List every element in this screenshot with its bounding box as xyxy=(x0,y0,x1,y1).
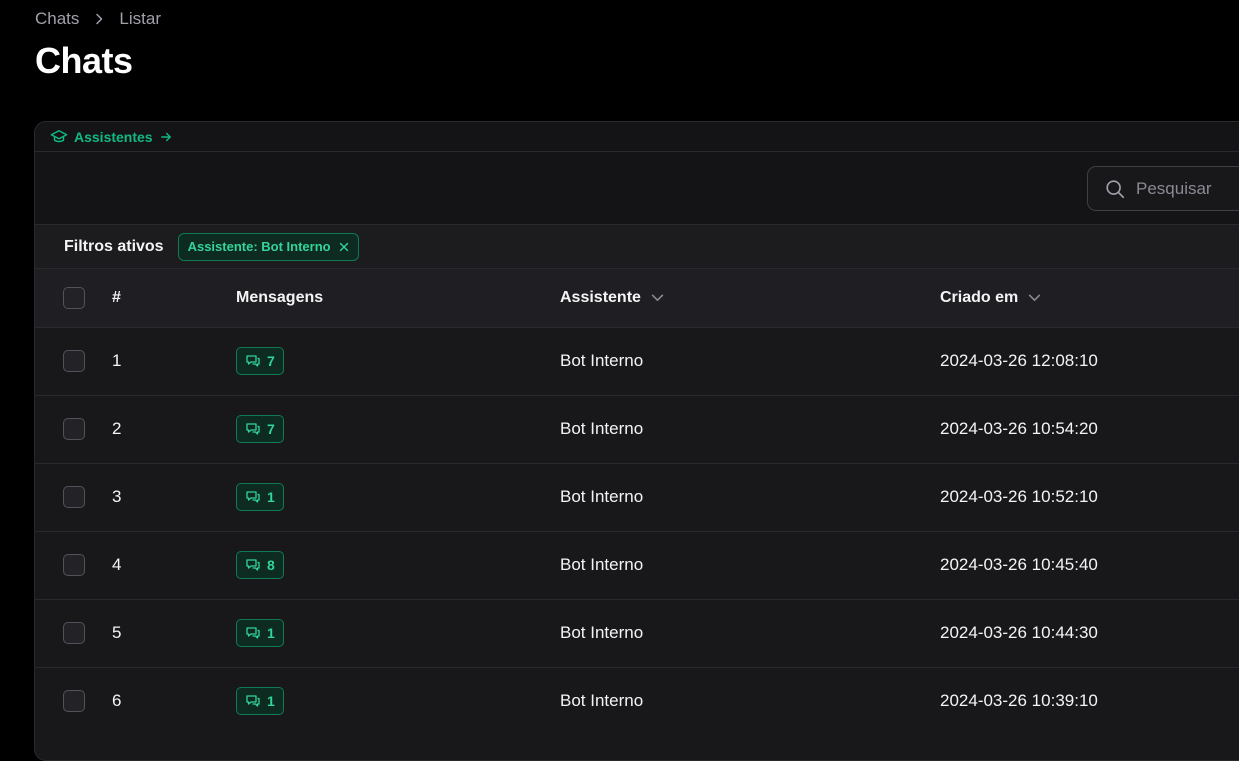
filter-chip-assistente: Assistente: Bot Interno xyxy=(177,232,359,261)
cell-assistant: Bot Interno xyxy=(560,623,644,642)
cell-created: 2024-03-26 12:08:10 xyxy=(940,351,1098,370)
breadcrumb-item-listar: Listar xyxy=(119,9,161,28)
messages-badge[interactable]: 7 xyxy=(236,415,284,443)
cell-id: 4 xyxy=(112,555,122,574)
active-filters-label: Filtros ativos xyxy=(64,237,164,255)
table-row[interactable]: 3 1 Bot Interno 2024-03-26 10:52:10 xyxy=(35,463,1239,531)
messages-count: 1 xyxy=(267,693,275,710)
row-checkbox[interactable] xyxy=(63,418,85,440)
table-header-row: # Mensagens Assistente Criado em xyxy=(35,269,1239,327)
chats-panel: Assistentes Filtros ativos Assistente: B… xyxy=(34,121,1239,761)
messages-count: 1 xyxy=(267,625,275,641)
chevron-right-icon xyxy=(96,13,103,25)
cell-created: 2024-03-26 10:44:30 xyxy=(940,623,1098,642)
cell-assistant: Bot Interno xyxy=(560,351,644,370)
filter-chip-label: Assistente: Bot Interno xyxy=(187,239,331,254)
column-header-assistant-label: Assistente xyxy=(560,288,641,306)
search-box xyxy=(1087,166,1239,211)
chat-bubbles-icon xyxy=(246,559,260,571)
cell-created: 2024-03-26 10:52:10 xyxy=(940,487,1098,506)
messages-badge[interactable]: 1 xyxy=(236,687,284,716)
messages-count: 7 xyxy=(267,421,275,437)
arrow-right-icon xyxy=(160,132,171,141)
column-header-id: # xyxy=(112,288,121,306)
messages-badge[interactable]: 1 xyxy=(236,483,284,511)
messages-count: 7 xyxy=(267,353,275,369)
cell-id: 5 xyxy=(112,623,122,642)
row-checkbox[interactable] xyxy=(63,690,85,713)
table-row[interactable]: 6 1 Bot Interno 2024-03-26 10:39:10 xyxy=(35,667,1239,735)
row-checkbox[interactable] xyxy=(63,350,85,372)
assistentes-link[interactable]: Assistentes xyxy=(35,122,1239,152)
cell-assistant: Bot Interno xyxy=(560,487,644,506)
close-icon[interactable] xyxy=(339,242,349,252)
cell-created: 2024-03-26 10:54:20 xyxy=(940,419,1098,438)
chat-bubbles-icon xyxy=(246,627,260,639)
assistentes-link-label: Assistentes xyxy=(74,128,153,145)
messages-badge[interactable]: 1 xyxy=(236,619,284,647)
cell-created: 2024-03-26 10:39:10 xyxy=(940,691,1098,711)
table-toolbar xyxy=(35,152,1239,225)
cell-assistant: Bot Interno xyxy=(560,691,644,711)
breadcrumb: Chats Listar xyxy=(35,9,161,29)
messages-badge[interactable]: 7 xyxy=(236,347,284,375)
search-input[interactable] xyxy=(1136,178,1239,199)
page-title: Chats xyxy=(35,40,133,81)
messages-count: 1 xyxy=(267,489,275,505)
cell-id: 3 xyxy=(112,487,122,506)
breadcrumb-item-chats[interactable]: Chats xyxy=(35,9,79,29)
row-checkbox[interactable] xyxy=(63,486,85,508)
active-filters-bar: Filtros ativos Assistente: Bot Interno xyxy=(35,225,1239,269)
cell-created: 2024-03-26 10:45:40 xyxy=(940,555,1098,574)
column-header-messages: Mensagens xyxy=(236,288,324,306)
cell-id: 6 xyxy=(112,691,122,711)
chat-bubbles-icon xyxy=(246,491,260,503)
messages-count: 8 xyxy=(267,557,275,573)
row-checkbox[interactable] xyxy=(63,622,85,644)
column-header-created[interactable]: Criado em xyxy=(940,289,1041,307)
chat-bubbles-icon xyxy=(246,695,260,707)
cell-assistant: Bot Interno xyxy=(560,555,644,574)
search-icon xyxy=(1106,179,1125,198)
chat-bubbles-icon xyxy=(246,423,260,435)
graduation-cap-icon xyxy=(50,129,68,142)
table-row[interactable]: 5 1 Bot Interno 2024-03-26 10:44:30 xyxy=(35,599,1239,667)
table-row[interactable]: 2 7 Bot Interno 2024-03-26 10:54:20 xyxy=(35,395,1239,463)
column-header-created-label: Criado em xyxy=(940,288,1019,306)
cell-id: 1 xyxy=(112,351,122,370)
cell-id: 2 xyxy=(112,419,122,438)
messages-badge[interactable]: 8 xyxy=(236,551,284,579)
table-row[interactable]: 1 7 Bot Interno 2024-03-26 12:08:10 xyxy=(35,327,1239,395)
chevron-down-icon xyxy=(651,294,664,302)
chevron-down-icon xyxy=(1029,294,1041,302)
table-row[interactable]: 4 8 Bot Interno 2024-03-26 10:45:40 xyxy=(35,531,1239,599)
row-checkbox[interactable] xyxy=(63,554,85,576)
cell-assistant: Bot Interno xyxy=(560,419,644,438)
chats-table: # Mensagens Assistente Criado em 1 7 Bot… xyxy=(35,269,1239,735)
select-all-checkbox[interactable] xyxy=(63,286,85,309)
column-header-assistant[interactable]: Assistente xyxy=(560,289,664,307)
chat-bubbles-icon xyxy=(246,355,260,367)
